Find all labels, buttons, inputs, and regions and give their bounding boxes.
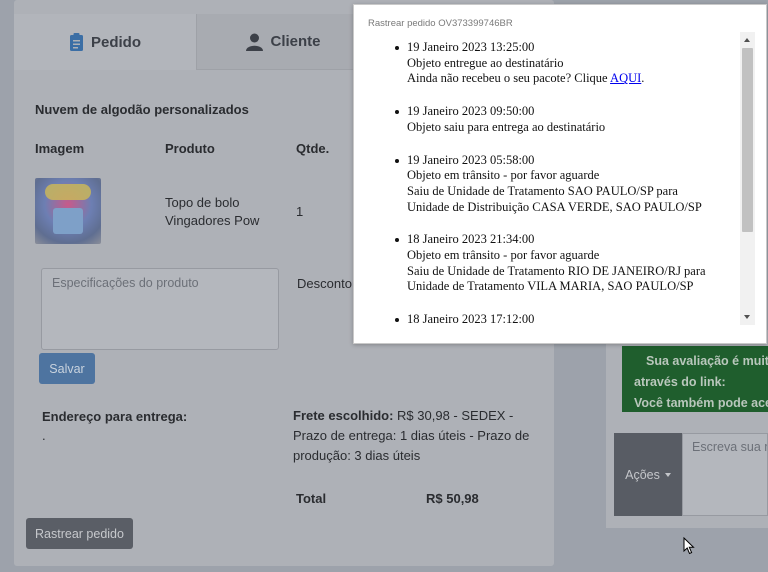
tab-pedido[interactable]: Pedido [14, 14, 196, 70]
tracking-events-scroll[interactable]: 19 Janeiro 2023 13:25:00 Objeto entregue… [368, 36, 756, 333]
product-specs-input[interactable]: Especificações do produto [41, 268, 279, 350]
shipping-label: Frete escolhido: [293, 408, 394, 423]
clipboard-icon [69, 33, 84, 51]
product-name-line2: Vingadores Pow [165, 213, 260, 228]
total-label: Total [296, 491, 327, 506]
event-extra-text: Ainda não recebeu o seu pacote? Clique [407, 71, 611, 86]
event-extra: Ainda não recebeu o seu pacote? Clique A… [407, 71, 756, 87]
popup-title: Rastrear pedido OV373399746BR [368, 18, 513, 29]
event-date: 19 Janeiro 2023 09:50:00 [407, 104, 535, 119]
scroll-down-icon[interactable] [744, 315, 750, 319]
product-name-line1: Topo de bolo [165, 195, 240, 210]
address-value: . [42, 428, 46, 443]
tracking-event: 18 Janeiro 2023 17:12:00 [368, 312, 756, 328]
tracking-events: 19 Janeiro 2023 13:25:00 Objeto entregue… [368, 36, 756, 328]
event-date: 18 Janeiro 2023 21:34:00 [407, 232, 535, 247]
event-date: 19 Janeiro 2023 13:25:00 [407, 40, 535, 54]
event-status: Objeto saiu para entrega ao destinatário [407, 119, 606, 134]
rating-line1: Sua avaliação é muito [646, 354, 768, 368]
event-status: Objeto entregue ao destinatário [407, 55, 564, 70]
total-value: R$ 50,98 [426, 491, 479, 506]
message-placeholder: Escreva sua m [692, 440, 768, 454]
discount-label: Desconto [297, 276, 352, 291]
tab-cliente[interactable]: Cliente [196, 14, 370, 70]
tab-cliente-label: Cliente [270, 33, 321, 50]
shipping-line3: produção: 3 dias úteis [293, 448, 421, 463]
product-title: Nuvem de algodão personalizados [35, 102, 249, 117]
rating-line3: Você também pode ace [634, 396, 768, 410]
shipping-value: R$ 30,98 - SEDEX - [397, 408, 514, 423]
event-detail: Unidade de Tratamento VILA MARIA, SAO PA… [407, 279, 694, 294]
scroll-up-icon[interactable] [744, 38, 750, 42]
event-detail: Saiu de Unidade de Tratamento SAO PAULO/… [407, 183, 678, 198]
event-date: 18 Janeiro 2023 17:12:00 [407, 312, 535, 327]
header-product: Produto [165, 141, 215, 156]
scrollbar-thumb[interactable] [742, 48, 753, 232]
tracking-popup: Rastrear pedido OV373399746BR 19 Janeiro… [353, 4, 767, 344]
tab-pedido-label: Pedido [90, 33, 141, 51]
tracking-event: 19 Janeiro 2023 05:58:00 Objeto em trâns… [368, 153, 756, 216]
header-qty: Qtde. [296, 141, 330, 156]
header-image: Imagem [35, 141, 85, 156]
actions-label: Ações [625, 467, 660, 482]
shipping-line1: Frete escolhido: R$ 30,98 - SEDEX - [293, 408, 513, 423]
tracking-event: 19 Janeiro 2023 13:25:00 Objeto entregue… [368, 40, 756, 87]
track-order-button[interactable]: Rastrear pedido [26, 518, 133, 549]
caret-down-icon [664, 472, 671, 477]
event-date: 19 Janeiro 2023 05:58:00 [407, 152, 535, 167]
product-qty: 1 [296, 204, 304, 219]
event-detail: Unidade de Distribuição CASA VERDE, SAO … [407, 199, 702, 214]
actions-button[interactable]: Ações [614, 433, 682, 516]
event-extra-end: . [641, 71, 645, 86]
tracking-event: 19 Janeiro 2023 09:50:00 Objeto saiu par… [368, 104, 756, 135]
aqui-link[interactable]: AQUI [610, 71, 641, 85]
rating-line2: através do link: [634, 375, 726, 389]
product-image [35, 178, 101, 244]
popup-scrollbar[interactable] [740, 32, 755, 325]
user-icon [246, 33, 264, 51]
event-status: Objeto em trânsito - por favor aguarde [407, 248, 600, 263]
rating-notice: Sua avaliação é muito através do link: V… [622, 346, 768, 412]
event-status: Objeto em trânsito - por favor aguarde [407, 168, 600, 183]
save-button[interactable]: Salvar [39, 353, 95, 384]
tracking-event: 18 Janeiro 2023 21:34:00 Objeto em trâns… [368, 232, 756, 295]
shipping-line2: Prazo de entrega: 1 dias úteis - Prazo d… [293, 428, 530, 443]
product-specs-placeholder: Especificações do produto [52, 276, 199, 290]
address-label: Endereço para entrega: [42, 409, 188, 424]
mouse-cursor-icon [683, 536, 695, 560]
message-input[interactable]: Escreva sua m [682, 433, 768, 516]
event-detail: Saiu de Unidade de Tratamento RIO DE JAN… [407, 263, 706, 278]
